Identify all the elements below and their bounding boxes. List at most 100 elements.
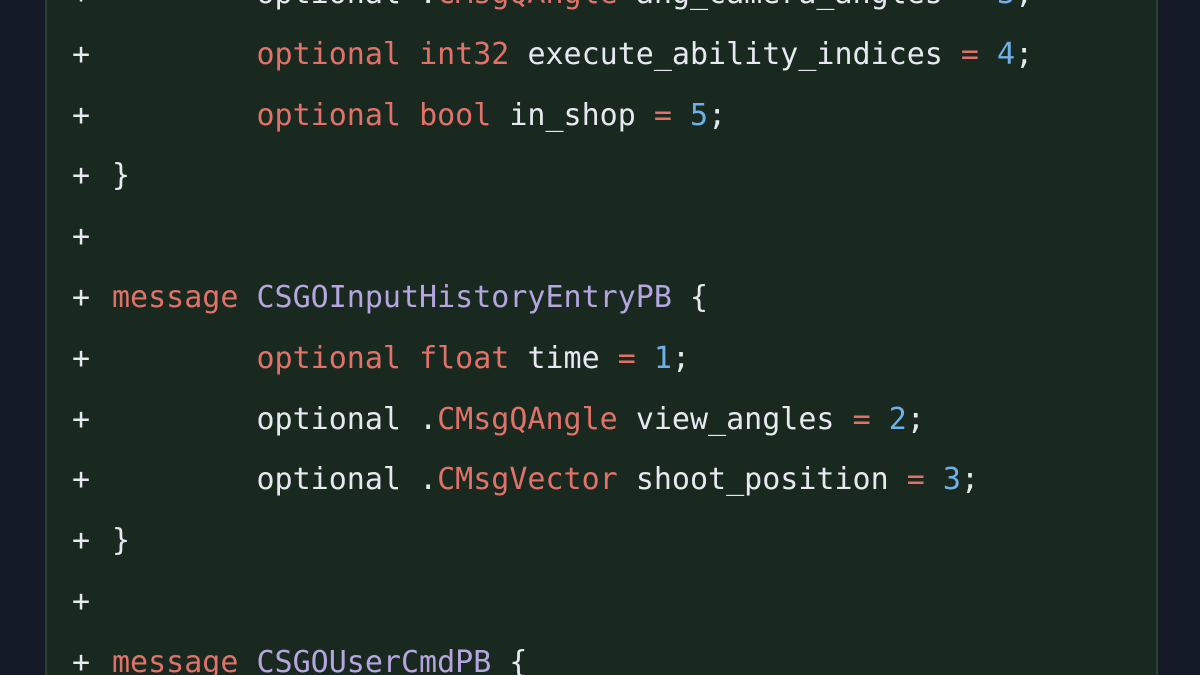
code-token: . (419, 0, 437, 11)
code-token: ; (906, 401, 925, 437)
diff-add-marker: + (72, 644, 91, 675)
code-token: optional (256, 36, 402, 72)
code-token: message (112, 644, 239, 675)
diff-add-marker: + (72, 523, 91, 559)
code-token: view_angles (635, 401, 835, 437)
diff-add-marker: + (72, 279, 91, 315)
code-token: { (509, 644, 528, 675)
code-line[interactable]: + message CSGOInputHistoryEntryPB { (45, 268, 1158, 329)
code-token: int32 (419, 36, 510, 72)
left-gutter (0, 0, 45, 675)
code-token: ; (1015, 36, 1034, 72)
diff-add-marker: + (72, 0, 96, 25)
code-token: { (689, 279, 709, 315)
code-line[interactable]: + optional float time = 1; (45, 329, 1158, 390)
code-line-content: } (112, 146, 130, 207)
code-token: CMsgQAngle (437, 0, 618, 11)
diff-added-code-pane[interactable]: + optional .CMsgQAngle ang_camera_angles… (45, 0, 1158, 675)
code-token: CMsgVector (437, 462, 618, 498)
diff-add-marker: + (72, 36, 91, 72)
code-line-content: optional .CMsgQAngle view_angles = 2; (112, 390, 925, 451)
code-line-content: message CSGOUserCmdPB { (112, 633, 527, 675)
code-token: 3 (942, 462, 961, 498)
code-line-content: optional int32 execute_ability_indices =… (112, 25, 1034, 86)
code-line-content: optional float time = 1; (112, 329, 691, 390)
diff-add-marker: + (72, 219, 91, 255)
code-line[interactable]: + (45, 572, 1158, 633)
code-token: bool (419, 97, 492, 133)
code-token: float (419, 340, 510, 376)
code-token: in_shop (509, 97, 636, 133)
code-line[interactable]: + optional bool in_shop = 5; (45, 86, 1158, 147)
code-token: CSGOUserCmdPB (256, 644, 492, 675)
code-line-content: message CSGOInputHistoryEntryPB { (112, 268, 708, 329)
code-token: optional (256, 401, 402, 437)
diff-add-marker: + (72, 462, 91, 498)
code-token: CSGOInputHistoryEntryPB (256, 279, 672, 315)
code-line[interactable]: + optional int32 execute_ability_indices… (45, 25, 1158, 86)
code-lines-container: + optional .CMsgQAngle ang_camera_angles… (45, 0, 1158, 675)
code-line[interactable]: + optional .CMsgVector shoot_position = … (45, 450, 1158, 511)
code-line-content: optional bool in_shop = 5; (112, 86, 727, 147)
code-token: = (960, 36, 979, 72)
code-line[interactable]: +} (45, 511, 1158, 572)
code-line-content: optional .CMsgQAngle ang_camera_angles =… (112, 0, 1034, 25)
code-line-content: optional .CMsgVector shoot_position = 3; (112, 450, 980, 511)
code-line[interactable]: + optional .CMsgQAngle view_angles = 2; (45, 390, 1158, 451)
code-line-content: } (112, 511, 130, 572)
code-line[interactable]: + message CSGOUserCmdPB { (45, 633, 1158, 675)
left-gutter-separator (45, 0, 47, 675)
diff-add-marker: + (72, 401, 91, 437)
code-token: . (419, 462, 438, 498)
code-token: 5 (690, 97, 709, 133)
diff-add-marker: + (72, 158, 91, 194)
code-token: 2 (888, 401, 907, 437)
code-token: 3 (997, 0, 1015, 11)
code-line[interactable]: + optional .CMsgQAngle ang_camera_angles… (45, 0, 1158, 25)
right-gutter (1158, 0, 1200, 675)
code-token: = (961, 0, 979, 11)
code-token: 1 (653, 340, 672, 376)
code-token: optional (257, 0, 402, 11)
code-token: = (653, 97, 672, 133)
code-token: ; (960, 462, 979, 498)
code-token: ang_camera_angles (636, 0, 943, 11)
code-token: . (419, 401, 438, 437)
code-token: } (112, 523, 131, 559)
code-line[interactable]: +} (45, 146, 1158, 207)
code-token: = (906, 462, 925, 498)
code-token: 4 (997, 36, 1016, 72)
code-token: message (112, 279, 239, 315)
code-token: ; (671, 340, 690, 376)
code-token: ; (1015, 0, 1033, 11)
code-line[interactable]: + (45, 207, 1158, 268)
